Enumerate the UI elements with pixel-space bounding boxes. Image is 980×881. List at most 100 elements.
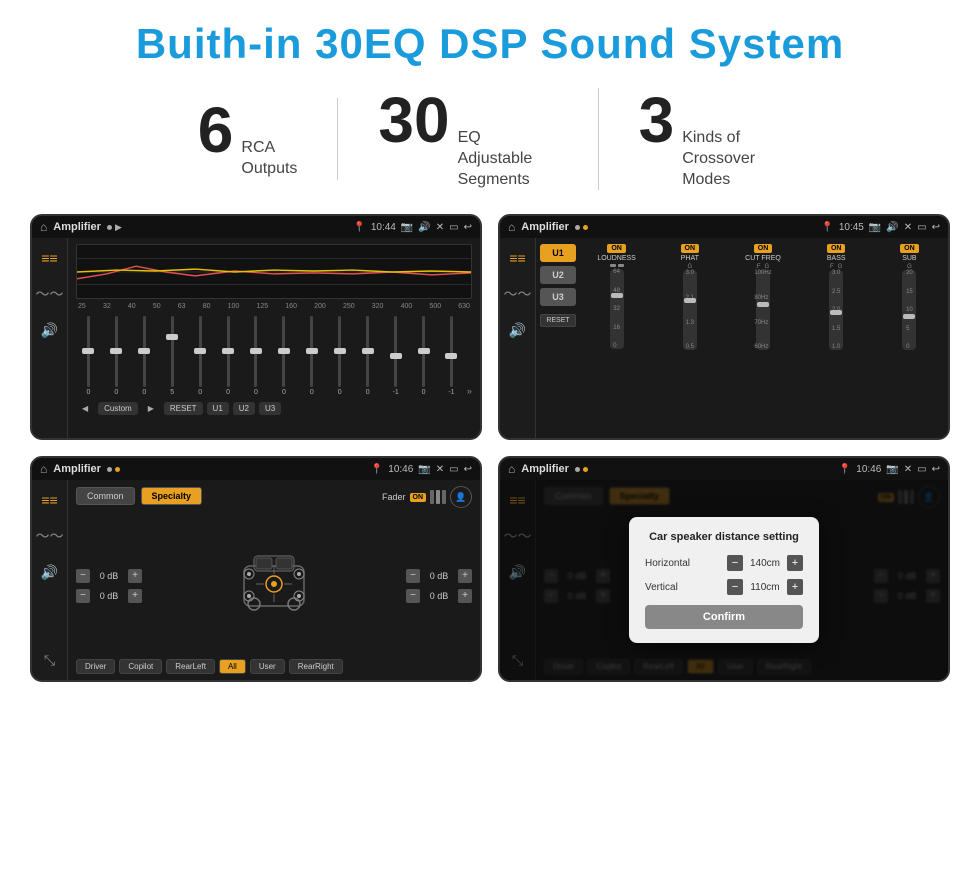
fl-db-row: − 0 dB + [76,569,142,583]
slider-7[interactable]: 0 [271,316,296,396]
slider-5[interactable]: 0 [216,316,241,396]
user-icon-3[interactable]: 👤 [450,486,472,508]
prev-button[interactable]: ◀ [76,402,94,415]
back-icon-3[interactable]: ↩ [464,464,472,475]
rl-minus[interactable]: − [76,589,90,603]
user-btn[interactable]: User [250,659,285,674]
x-icon-1: ✕ [436,222,444,233]
sub-label: SUB [902,255,916,262]
stat-eq: 30 EQ AdjustableSegments [338,88,598,190]
copilot-btn[interactable]: Copilot [119,659,162,674]
loudness-control: ON LOUDNESS 644832160 [582,244,651,432]
custom-label: Custom [98,402,138,415]
eq-icon[interactable]: ≡≡ [38,246,62,270]
vertical-plus[interactable]: + [787,579,803,595]
back-icon-1[interactable]: ↩ [464,222,472,233]
wave-icon[interactable]: 〜〜 [38,282,62,306]
sub-on[interactable]: ON [900,244,919,253]
screen-amplifier: ⌂ Amplifier 📍 10:45 📷 🔊 ✕ ▭ ↩ [498,214,950,440]
speaker-icon[interactable]: 🔊 [38,318,62,342]
stat-eq-number: 30 [378,88,449,152]
slider-12[interactable]: 0 [411,316,436,396]
vertical-minus[interactable]: − [727,579,743,595]
eq-bottom-bar: ◀ Custom ▶ RESET U1 U2 U3 [76,402,472,415]
slider-arrow[interactable]: » [467,386,472,396]
speaker-icon-2[interactable]: 🔊 [506,318,530,342]
all-btn[interactable]: All [219,659,246,674]
slider-6[interactable]: 0 [244,316,269,396]
slider-1[interactable]: 0 [104,316,129,396]
cutfreq-on[interactable]: ON [754,244,773,253]
slider-10[interactable]: 0 [355,316,380,396]
u1-button-1[interactable]: U1 [207,402,229,415]
fader-tabs: Common Specialty [76,487,202,505]
rearleft-btn[interactable]: RearLeft [166,659,215,674]
fader-body: − 0 dB + − 0 dB + [76,516,472,655]
home-icon-4[interactable]: ⌂ [508,462,515,476]
horizontal-plus[interactable]: + [787,555,803,571]
slider-9[interactable]: 0 [327,316,352,396]
loudness-on[interactable]: ON [607,244,626,253]
stats-row: 6 RCAOutputs 30 EQ AdjustableSegments 3 … [30,88,950,190]
rr-minus[interactable]: − [406,589,420,603]
fr-plus[interactable]: + [458,569,472,583]
phat-on[interactable]: ON [681,244,700,253]
cutfreq-thumb [757,302,769,307]
expand-icon-3[interactable]: ⤡ [38,648,62,672]
amp-controls: ON LOUDNESS 644832160 [582,244,944,432]
eq-icon-2[interactable]: ≡≡ [506,246,530,270]
amp-presets: U1 U2 U3 RESET [540,244,576,432]
eq-icon-3[interactable]: ≡≡ [38,488,62,512]
rr-plus[interactable]: + [458,589,472,603]
wave-icon-2[interactable]: 〜〜 [506,282,530,306]
confirm-button[interactable]: Confirm [645,605,803,629]
reset-button-1[interactable]: RESET [164,402,203,415]
bass-slider[interactable]: 3.02.52.01.51.0 [829,270,843,350]
loudness-slider[interactable]: 644832160 [610,269,624,349]
reset-amp2[interactable]: RESET [540,314,576,327]
u3-button-1[interactable]: U3 [259,402,281,415]
phat-slider[interactable]: 3.02.11.30.5 [683,270,697,350]
slider-8[interactable]: 0 [299,316,324,396]
fl-minus[interactable]: − [76,569,90,583]
fr-minus[interactable]: − [406,569,420,583]
status-bar-2: ⌂ Amplifier 📍 10:45 📷 🔊 ✕ ▭ ↩ [500,216,948,238]
location-icon-4: 📍 [839,464,851,475]
back-icon-4[interactable]: ↩ [932,464,940,475]
play-button[interactable]: ▶ [142,402,160,415]
slider-11[interactable]: -1 [383,316,408,396]
u2-preset[interactable]: U2 [540,266,576,284]
fr-db-row: − 0 dB + [406,569,472,583]
fr-value: 0 dB [424,571,454,581]
back-icon-2[interactable]: ↩ [932,222,940,233]
rl-plus[interactable]: + [128,589,142,603]
horizontal-minus[interactable]: − [727,555,743,571]
u2-button-1[interactable]: U2 [233,402,255,415]
u1-preset[interactable]: U1 [540,244,576,262]
cutfreq-slider[interactable]: 100Hz80Hz70Hz60Hz [756,270,770,350]
slider-13[interactable]: -1 [439,316,464,396]
x-icon-2: ✕ [904,222,912,233]
fl-plus[interactable]: + [128,569,142,583]
home-icon-1[interactable]: ⌂ [40,220,47,234]
cutfreq-label: CUT FREQ [745,255,781,262]
sub-slider[interactable]: 20151050 [902,270,916,350]
slider-4[interactable]: 0 [188,316,213,396]
slider-2[interactable]: 0 [132,316,157,396]
home-icon-2[interactable]: ⌂ [508,220,515,234]
bass-on[interactable]: ON [827,244,846,253]
rearright-btn[interactable]: RearRight [289,659,343,674]
wave-icon-3[interactable]: 〜〜 [38,524,62,548]
vertical-row: Vertical − 110cm + [645,579,803,595]
window-icon-1: ▭ [449,222,458,233]
speaker-icon-3[interactable]: 🔊 [38,560,62,584]
common-tab[interactable]: Common [76,487,135,505]
stat-crossover-label: Kinds ofCrossover Modes [682,128,782,190]
slider-0[interactable]: 0 [76,316,101,396]
driver-btn[interactable]: Driver [76,659,115,674]
specialty-tab[interactable]: Specialty [141,487,203,505]
u3-preset[interactable]: U3 [540,288,576,306]
slider-3[interactable]: 5 [160,316,185,396]
home-icon-3[interactable]: ⌂ [40,462,47,476]
screen2-title: Amplifier [521,221,569,233]
